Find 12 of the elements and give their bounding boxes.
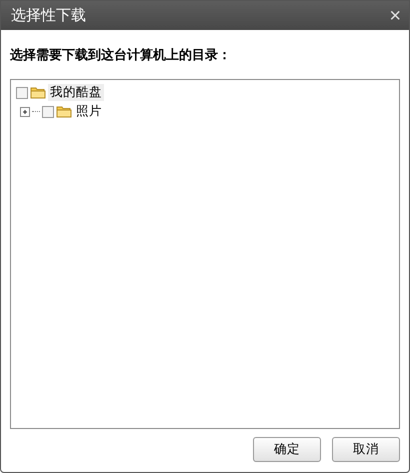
- folder-icon: [56, 105, 72, 118]
- window-title: 选择性下载: [11, 6, 86, 25]
- prompt-text: 选择需要下载到这台计算机上的目录：: [10, 46, 232, 64]
- folder-icon: [30, 86, 46, 99]
- checkbox[interactable]: [16, 86, 28, 98]
- tree-item[interactable]: 我的酷盘: [48, 84, 104, 101]
- expand-icon[interactable]: [20, 106, 30, 116]
- checkbox[interactable]: [42, 106, 54, 118]
- dialog-button[interactable]: 取消: [332, 437, 400, 462]
- close-button[interactable]: ×: [389, 6, 401, 26]
- tree-item[interactable]: 照片: [74, 103, 104, 120]
- dialog-button[interactable]: 确定: [253, 437, 321, 462]
